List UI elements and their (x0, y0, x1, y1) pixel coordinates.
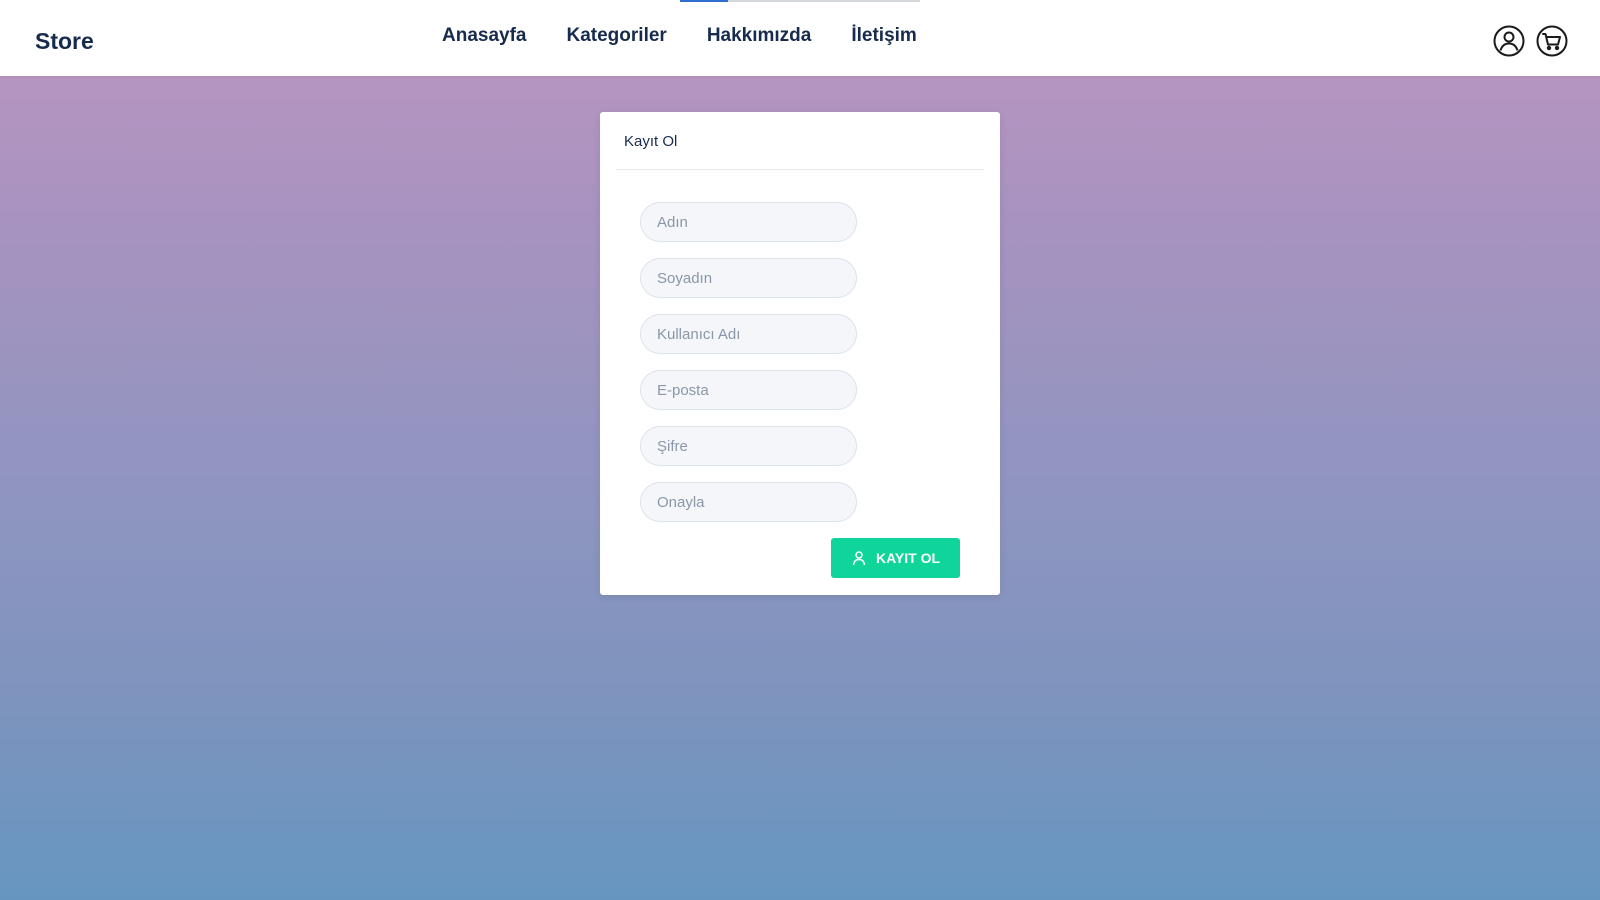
user-icon (851, 550, 867, 566)
register-button-label: KAYIT OL (875, 550, 941, 566)
username-input[interactable] (640, 314, 857, 354)
user-icon[interactable] (1493, 25, 1525, 57)
page-load-progress (680, 0, 920, 2)
first-name-input[interactable] (640, 202, 857, 242)
card-title: Kayıt Ol (624, 133, 678, 150)
password-input[interactable] (640, 426, 857, 466)
brand-logo[interactable]: Store (35, 28, 94, 55)
nav-link-contact[interactable]: İletişim (851, 25, 916, 47)
register-card: Kayıt Ol KAYIT OL (600, 112, 1000, 595)
navbar: Store Anasayfa Kategoriler Hakkımızda İl… (0, 0, 1600, 76)
cart-icon[interactable] (1536, 25, 1568, 57)
nav-link-home[interactable]: Anasayfa (442, 25, 527, 47)
nav-link-about[interactable]: Hakkımızda (707, 25, 812, 47)
main-nav: Anasayfa Kategoriler Hakkımızda İletişim (442, 25, 957, 47)
page-load-progress-fill (680, 0, 728, 2)
email-input[interactable] (640, 370, 857, 410)
last-name-input[interactable] (640, 258, 857, 298)
confirm-password-input[interactable] (640, 482, 857, 522)
register-button[interactable]: KAYIT OL (831, 538, 960, 578)
nav-link-categories[interactable]: Kategoriler (567, 25, 667, 47)
nav-icons (1482, 25, 1568, 57)
